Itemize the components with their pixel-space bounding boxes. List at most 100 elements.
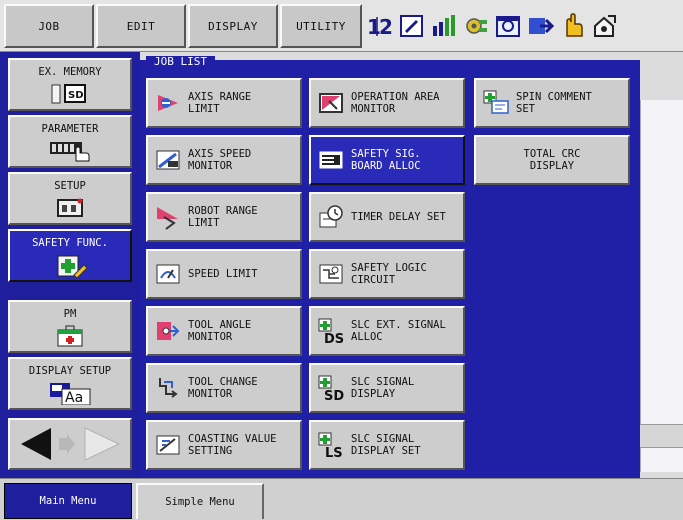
menu-display-label: DISPLAY [208,19,258,33]
slc-signal-display-label: SLC SIGNAL DISPLAY [351,376,415,400]
sd-card-icon: SD [50,82,90,107]
content-area [640,100,683,472]
sidebar-item-label: EX. MEMORY [38,66,102,78]
status-row [640,424,683,448]
operation-area-monitor-button[interactable]: OPERATION AREA MONITOR [309,78,465,128]
operation-area-icon [317,89,345,117]
tool-change-monitor-button[interactable]: TOOL CHANGE MONITOR [146,363,302,413]
timer-delay-set-button[interactable]: TIMER DELAY SET [309,192,465,242]
gear-icon [462,12,490,40]
arrow-icon [526,12,554,40]
menu-edit[interactable]: EDIT [96,4,186,48]
sequence-icon: 12 [366,12,394,40]
display-font-icon: Aa [48,381,92,408]
status-icons: 12 [366,6,618,46]
sidebar-item-label: PM [63,308,77,320]
axis-range-icon [154,89,182,117]
hand-icon [558,12,586,40]
coasting-value-setting-button[interactable]: COASTING VALUE SETTING [146,420,302,470]
slc-sd-icon: SD [317,374,345,402]
menu-job[interactable]: JOB [4,4,94,48]
slc-signal-display-set-label: SLC SIGNAL DISPLAY SET [351,433,421,457]
sidebar-item-display-setup[interactable]: DISPLAY SETUP Aa [8,357,132,410]
simple-menu-label: Simple Menu [165,496,235,508]
job-list-title: JOB LIST [146,56,215,70]
sidebar-item-safety-func[interactable]: SAFETY FUNC. [8,229,132,282]
total-crc-display-button[interactable]: TOTAL CRC DISPLAY [474,135,630,185]
chart-icon [430,12,458,40]
slc-signal-display-button[interactable]: SD SLC SIGNAL DISPLAY [309,363,465,413]
svg-text:SD: SD [68,90,84,101]
robot-range-icon [154,203,182,231]
speed-limit-button[interactable]: SPEED LIMIT [146,249,302,299]
timer-delay-set-label: TIMER DELAY SET [351,211,446,223]
robot-range-limit-label: ROBOT RANGE LIMIT [188,205,258,229]
svg-text:DS: DS [324,332,344,345]
edit-mode-icon [398,12,426,40]
operation-area-monitor-label: OPERATION AREA MONITOR [351,91,440,115]
svg-text:Aa: Aa [65,390,83,405]
axis-speed-monitor-label: AXIS SPEED MONITOR [188,148,252,172]
arrow-right-icon[interactable] [84,427,121,461]
hand-keyboard-icon [48,139,92,166]
robot-range-limit-button[interactable]: ROBOT RANGE LIMIT [146,192,302,242]
slc-ext-signal-alloc-button[interactable]: DS SLC EXT. SIGNAL ALLOC [309,306,465,356]
sidebar-item-pm[interactable]: PM [8,300,132,353]
job-list-frame: JOB LIST AXIS RANGE LIMIT AXIS SPEED MON… [140,56,640,478]
setup-box-icon [50,196,90,221]
safety-sig-board-alloc-label: SAFETY SIG. BOARD ALLOC [351,148,421,172]
coasting-value-setting-label: COASTING VALUE SETTING [188,433,277,457]
tool-angle-monitor-button[interactable]: TOOL ANGLE MONITOR [146,306,302,356]
total-crc-display-label: TOTAL CRC DISPLAY [523,148,581,172]
menu-display[interactable]: DISPLAY [188,4,278,48]
safety-sig-board-alloc-button[interactable]: SAFETY SIG. BOARD ALLOC [309,135,465,185]
simple-menu-button[interactable]: Simple Menu [136,483,264,519]
safety-logic-circuit-button[interactable]: SAFETY LOGIC CIRCUIT [309,249,465,299]
coasting-icon [154,431,182,459]
safety-logic-circuit-label: SAFETY LOGIC CIRCUIT [351,262,427,286]
main-menu-label: Main Menu [39,495,97,507]
main-menu-panel: EX. MEMORY SD PARAMETER SETUP SAFETY FUN… [0,52,140,478]
tool-change-icon [154,374,182,402]
tool-change-monitor-label: TOOL CHANGE MONITOR [188,376,258,400]
svg-text:2: 2 [379,15,393,39]
arrow-left-icon[interactable] [21,428,51,460]
axis-range-limit-button[interactable]: AXIS RANGE LIMIT [146,78,302,128]
slc-ds-icon: DS [317,317,345,345]
spin-comment-set-label: SPIN COMMENT SET [516,91,592,115]
sidebar-item-parameter[interactable]: PARAMETER [8,115,132,168]
first-aid-icon [50,324,90,351]
speed-limit-label: SPEED LIMIT [188,268,258,280]
top-menu-bar: JOB EDIT DISPLAY UTILITY 12 [0,0,683,52]
sidebar-item-label: SAFETY FUNC. [32,237,108,249]
menu-edit-label: EDIT [126,19,156,33]
axis-range-limit-label: AXIS RANGE LIMIT [188,91,252,115]
svg-text:LS: LS [325,446,343,459]
main-window: JOB LIST AXIS RANGE LIMIT AXIS SPEED MON… [140,52,683,478]
tool-angle-icon [154,317,182,345]
svg-text:SD: SD [324,389,344,402]
spin-comment-set-button[interactable]: SPIN COMMENT SET [474,78,630,128]
logic-circuit-icon [317,260,345,288]
slc-signal-display-set-button[interactable]: LS SLC SIGNAL DISPLAY SET [309,420,465,470]
safety-board-icon [317,146,345,174]
sidebar-item-ex-memory[interactable]: EX. MEMORY SD [8,58,132,111]
sidebar-item-label: DISPLAY SETUP [28,365,112,377]
main-menu-button[interactable]: Main Menu [4,483,132,519]
sidebar-nav-arrows[interactable] [8,418,132,470]
bottom-bar: Main Menu Simple Menu [0,478,683,520]
safety-cross-icon [50,253,90,280]
sidebar-item-setup[interactable]: SETUP [8,172,132,225]
lock-icon [590,12,618,40]
axis-speed-icon [154,146,182,174]
menu-job-label: JOB [38,19,60,33]
timer-icon [317,203,345,231]
spin-comment-icon [482,89,510,117]
tool-icon [494,12,522,40]
speed-limit-icon [154,260,182,288]
tool-angle-monitor-label: TOOL ANGLE MONITOR [188,319,252,343]
menu-utility[interactable]: UTILITY [280,4,362,48]
slc-ext-signal-alloc-label: SLC EXT. SIGNAL ALLOC [351,319,446,343]
slc-ls-icon: LS [317,431,345,459]
axis-speed-monitor-button[interactable]: AXIS SPEED MONITOR [146,135,302,185]
